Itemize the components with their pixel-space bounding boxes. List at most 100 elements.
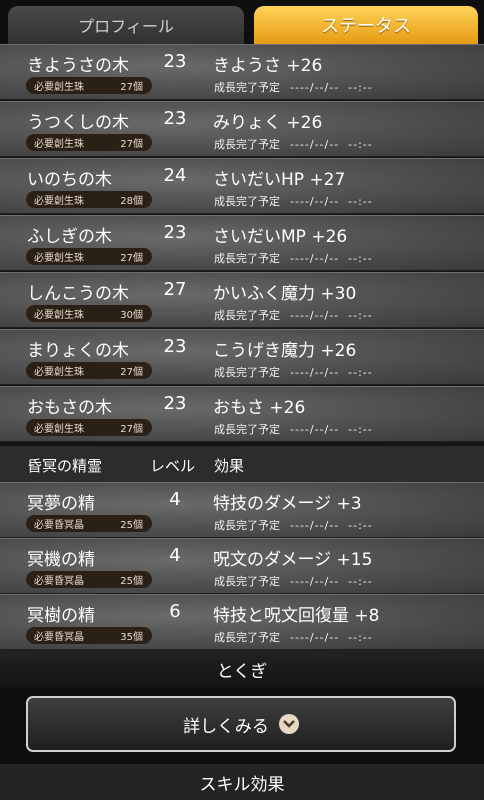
- detail-button-area: 詳しくみる: [0, 688, 484, 764]
- growth-date: ----/--/-- --:--: [290, 309, 373, 322]
- chevron-down-icon: [278, 714, 299, 734]
- requirement-badge: 必要創生珠 27個: [26, 77, 152, 94]
- requirement-count: 25個: [120, 520, 143, 531]
- requirement-label: 必要昏冥晶: [34, 576, 84, 587]
- growth-status: 成長完了予定 ----/--/-- --:--: [214, 629, 373, 645]
- spirit-level: 4: [169, 489, 181, 510]
- growth-date: ----/--/-- --:--: [290, 366, 373, 379]
- requirement-badge: 必要昏冥晶 25個: [26, 571, 152, 588]
- growth-label: 成長完了予定: [214, 81, 280, 94]
- requirement-label: 必要昏冥晶: [34, 520, 84, 531]
- requirement-badge: 必要創生珠 28個: [26, 191, 152, 208]
- see-details-label: 詳しくみる: [183, 716, 269, 737]
- growth-date: ----/--/-- --:--: [290, 575, 373, 588]
- growth-label: 成長完了予定: [214, 195, 280, 208]
- tree-row: いのちの木 24 さいだいHP +27 必要創生珠 28個 成長完了予定 ----/--/-…: [0, 158, 484, 214]
- requirement-count: 27個: [120, 424, 143, 435]
- growth-date: ----/--/-- --:--: [290, 519, 373, 532]
- requirement-count: 27個: [120, 367, 143, 378]
- growth-status: 成長完了予定 ----/--/-- --:--: [214, 517, 373, 533]
- tree-row: しんこうの木 27 かいふく魔力 +30 必要創生珠 30個 成長完了予定 ----/--/…: [0, 272, 484, 328]
- requirement-count: 25個: [120, 576, 143, 587]
- requirement-count: 27個: [120, 253, 143, 264]
- tree-row: おもさの木 23 おもさ +26 必要創生珠 27個 成長完了予定 ----/--/-- -…: [0, 386, 484, 442]
- tokugi-section-header: とくぎ: [0, 650, 484, 688]
- requirement-label: 必要創生珠: [34, 196, 84, 207]
- tree-name: しんこうの木: [27, 284, 129, 304]
- tree-name: うつくしの木: [27, 113, 129, 133]
- requirement-badge: 必要創生珠 27個: [26, 134, 152, 151]
- requirement-count: 27個: [120, 139, 143, 150]
- spirits-header-title: 昏冥の精霊: [27, 457, 103, 475]
- tree-name: まりょくの木: [27, 341, 129, 361]
- spirits-header-effect: 効果: [214, 457, 245, 475]
- spirit-row: 冥樹の精 6 特技と呪文回復量 +8 必要昏冥晶 35個 成長完了予定 ----/--/--…: [0, 594, 484, 650]
- spirit-name: 冥機の精: [27, 550, 95, 570]
- skill-effect-label: スキル効果: [199, 774, 285, 795]
- requirement-count: 28個: [120, 196, 143, 207]
- spirits-header-level: レベル: [150, 457, 196, 475]
- spirit-name: 冥夢の精: [27, 494, 95, 514]
- tree-row: ふしぎの木 23 さいだいMP +26 必要創生珠 27個 成長完了予定 ----/--/-…: [0, 215, 484, 271]
- requirement-label: 必要創生珠: [34, 424, 84, 435]
- tokugi-label: とくぎ: [216, 661, 268, 682]
- requirement-label: 必要創生珠: [34, 310, 84, 321]
- growth-status: 成長完了予定 ----/--/-- --:--: [214, 193, 373, 209]
- requirement-badge: 必要創生珠 27個: [26, 419, 152, 436]
- growth-status: 成長完了予定 ----/--/-- --:--: [214, 421, 373, 437]
- growth-status: 成長完了予定 ----/--/-- --:--: [214, 250, 373, 266]
- growth-status: 成長完了予定 ----/--/-- --:--: [214, 364, 373, 380]
- growth-status: 成長完了予定 ----/--/-- --:--: [214, 573, 373, 589]
- tree-level: 23: [163, 108, 187, 129]
- growth-label: 成長完了予定: [214, 252, 280, 265]
- tree-level: 24: [163, 165, 187, 186]
- tree-name: おもさの木: [27, 398, 112, 418]
- requirement-count: 30個: [120, 310, 143, 321]
- spirits-section-header: 昏冥の精霊 レベル 効果: [0, 446, 484, 482]
- requirement-badge: 必要創生珠 30個: [26, 305, 152, 322]
- requirement-badge: 必要創生珠 27個: [26, 362, 152, 379]
- requirement-label: 必要創生珠: [34, 139, 84, 150]
- spirit-level: 6: [169, 601, 181, 622]
- growth-status: 成長完了予定 ----/--/-- --:--: [214, 79, 373, 95]
- tree-level: 23: [163, 222, 187, 243]
- requirement-label: 必要創生珠: [34, 82, 84, 93]
- tree-effect: さいだいHP +27: [213, 170, 346, 190]
- spirit-row: 冥夢の精 4 特技のダメージ +3 必要昏冥晶 25個 成長完了予定 ----/--/-- …: [0, 482, 484, 538]
- tree-name: いのちの木: [27, 170, 112, 190]
- growth-date: ----/--/-- --:--: [290, 252, 373, 265]
- spirit-effect: 特技のダメージ +3: [213, 494, 362, 514]
- tree-effect: さいだいMP +26: [213, 227, 348, 247]
- tree-level: 23: [163, 51, 187, 72]
- growth-label: 成長完了予定: [214, 309, 280, 322]
- tab-profile[interactable]: プロフィール: [8, 6, 244, 44]
- growth-status: 成長完了予定 ----/--/-- --:--: [214, 307, 373, 323]
- growth-label: 成長完了予定: [214, 575, 280, 588]
- growth-date: ----/--/-- --:--: [290, 195, 373, 208]
- tree-effect: みりょく +26: [213, 113, 323, 133]
- growth-date: ----/--/-- --:--: [290, 81, 373, 94]
- requirement-badge: 必要昏冥晶 35個: [26, 627, 152, 644]
- skill-effect-header: スキル効果: [0, 764, 484, 800]
- growth-label: 成長完了予定: [214, 138, 280, 151]
- requirement-badge: 必要創生珠 27個: [26, 248, 152, 265]
- see-details-button[interactable]: 詳しくみる: [26, 696, 456, 752]
- growth-label: 成長完了予定: [214, 519, 280, 532]
- growth-date: ----/--/-- --:--: [290, 631, 373, 644]
- tree-level: 23: [163, 393, 187, 414]
- tree-effect: こうげき魔力 +26: [213, 341, 357, 361]
- growth-label: 成長完了予定: [214, 423, 280, 436]
- growth-date: ----/--/-- --:--: [290, 423, 373, 436]
- spirit-level: 4: [169, 545, 181, 566]
- tree-effect: おもさ +26: [213, 398, 306, 418]
- tree-effect: きようさ +26: [213, 56, 323, 76]
- requirement-label: 必要創生珠: [34, 253, 84, 264]
- requirement-label: 必要昏冥晶: [34, 632, 84, 643]
- tree-level: 27: [163, 279, 187, 300]
- tab-status[interactable]: ステータス: [254, 6, 478, 44]
- spirit-name: 冥樹の精: [27, 606, 95, 626]
- requirement-count: 27個: [120, 82, 143, 93]
- growth-label: 成長完了予定: [214, 631, 280, 644]
- requirement-label: 必要創生珠: [34, 367, 84, 378]
- tree-row: うつくしの木 23 みりょく +26 必要創生珠 27個 成長完了予定 ----/--/--…: [0, 101, 484, 157]
